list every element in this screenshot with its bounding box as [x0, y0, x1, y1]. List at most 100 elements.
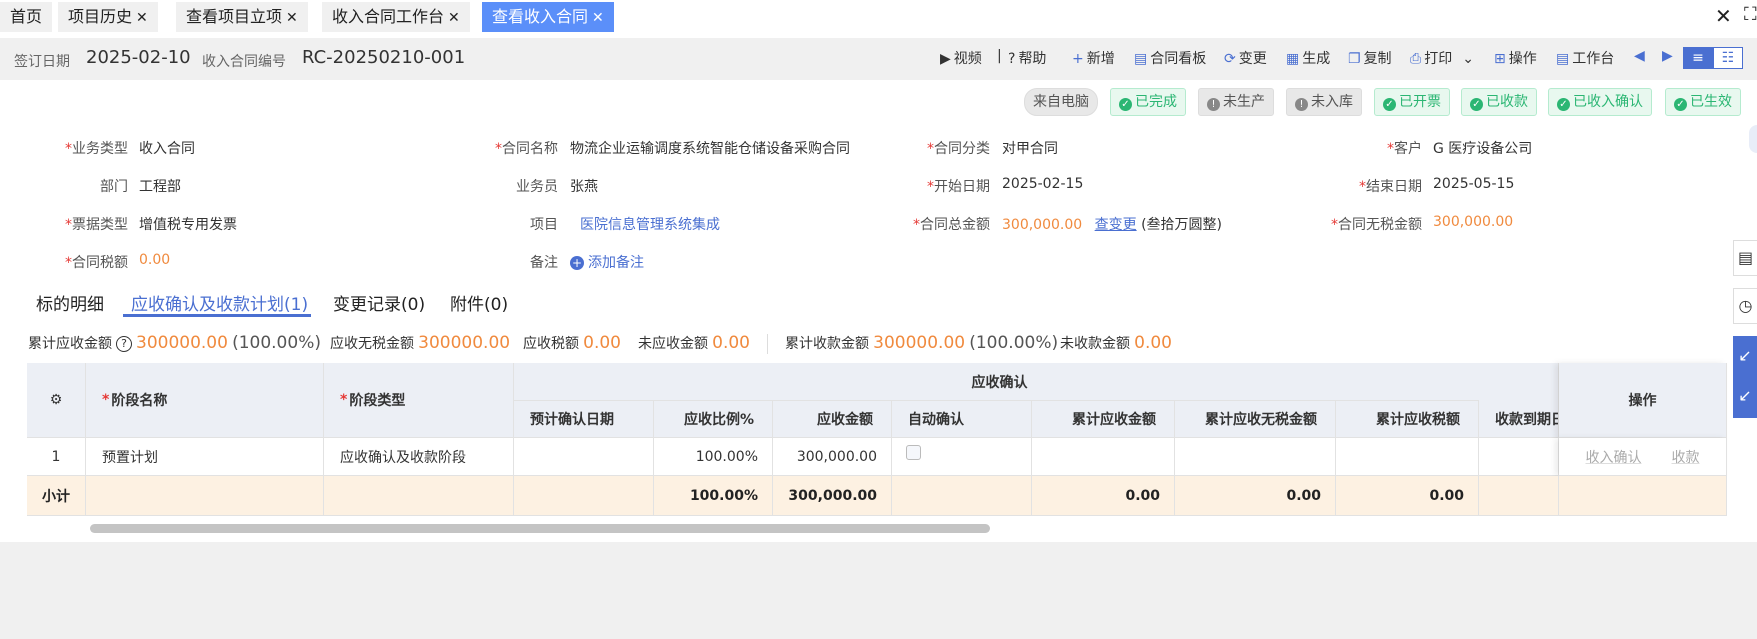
print-icon: ⎙: [1410, 51, 1422, 67]
subtotal-label: 小计: [27, 476, 86, 516]
grid-icon: ⊞: [1494, 51, 1506, 67]
print-button[interactable]: ⎙ 打印 ⌄: [1410, 48, 1474, 68]
document-icon[interactable]: ▤: [1733, 240, 1757, 276]
detail-view-icon[interactable]: ☷: [1713, 47, 1743, 69]
subtotal-cell: [86, 476, 324, 516]
operate-button[interactable]: ⊞ 操作: [1494, 48, 1537, 68]
history-icon[interactable]: ◷: [1733, 288, 1757, 324]
check-icon: ✓: [1383, 98, 1396, 111]
help-button[interactable]: ? 帮助: [1008, 48, 1046, 68]
info-icon: !: [1207, 98, 1220, 111]
status-badge-not-produced: ! 未生产: [1198, 88, 1274, 116]
copy-icon: ❐: [1348, 51, 1361, 67]
subtotal-cell: [324, 476, 514, 516]
cell-ratio: 100.00%: [654, 438, 773, 476]
next-icon[interactable]: ▶: [1662, 48, 1673, 64]
tab-view-project[interactable]: 查看项目立项 ✕: [176, 2, 308, 32]
end-date-label: *结束日期: [1359, 179, 1422, 195]
help-icon: ?: [1008, 51, 1016, 67]
status-badge-collected: ✓ 已收款: [1461, 88, 1537, 116]
summary-not-receivable: 未应收金额 0.00: [638, 333, 750, 353]
invoice-type-value: 增值税专用发票: [139, 217, 237, 233]
close-icon[interactable]: ✕: [592, 10, 604, 26]
tax-amount-value: 0.00: [139, 252, 171, 268]
header-bar: 签订日期 2025-02-10 收入合同编号 RC-20250210-001 ▶…: [0, 38, 1757, 80]
summary-value: 300000.00: [418, 333, 511, 353]
contract-category-value: 对甲合同: [1002, 141, 1058, 157]
tab-view-income-contract[interactable]: 查看收入合同 ✕: [482, 2, 614, 32]
header-group-receivable: 应收确认: [514, 363, 1486, 401]
video-label: 视频: [953, 51, 982, 67]
generate-button[interactable]: ▦ 生成: [1286, 48, 1330, 68]
change-button[interactable]: ⟳ 变更: [1224, 48, 1267, 68]
summary-label: 未收款金额: [1060, 336, 1130, 352]
cell-stage-name: 预置计划: [86, 438, 324, 476]
workbench-button[interactable]: ▤ 工作台: [1556, 48, 1614, 68]
header-stage-type: * 阶段类型: [324, 363, 514, 438]
auto-confirm-checkbox[interactable]: [906, 445, 921, 460]
subtab-attachments[interactable]: 附件(0): [450, 290, 508, 315]
chart-icon[interactable]: ↙ ↙: [1733, 336, 1757, 418]
add-remark-button[interactable]: + 添加备注: [570, 252, 644, 272]
question-icon[interactable]: ?: [116, 336, 132, 352]
status-label: 来自电脑: [1033, 94, 1089, 110]
collect-button[interactable]: 收款: [1672, 447, 1700, 467]
summary-label: 应收税额: [523, 336, 579, 352]
add-button[interactable]: + 新增: [1072, 48, 1115, 68]
status-label: 已生效: [1690, 94, 1732, 110]
project-link[interactable]: 医院信息管理系统集成: [580, 214, 720, 234]
chevron-down-icon[interactable]: ⌄: [1462, 51, 1474, 67]
info-icon: !: [1295, 98, 1308, 111]
summary-label: 未应收金额: [638, 336, 708, 352]
print-label: 打印: [1424, 51, 1453, 67]
status-badge-not-stocked: ! 未入库: [1286, 88, 1362, 116]
fullscreen-icon[interactable]: ⛶: [1744, 4, 1757, 25]
amount-excl-tax-value: 300,000.00: [1433, 214, 1514, 230]
subtotal-cum-tax: 0.00: [1336, 476, 1479, 516]
department-label: 部门: [100, 179, 128, 195]
prev-icon[interactable]: ◀: [1634, 48, 1645, 64]
salesperson-label: 业务员: [516, 179, 558, 195]
view-changes-link[interactable]: 查变更: [1095, 217, 1137, 233]
column-settings-icon[interactable]: ⚙: [27, 363, 86, 438]
add-label: 新增: [1086, 51, 1115, 67]
label-text: 开始日期: [934, 179, 990, 195]
subtab-receivable-plan[interactable]: 应收确认及收款计划(1): [131, 290, 308, 315]
side-handle[interactable]: [1749, 125, 1757, 153]
header-amount: 应收金额: [773, 401, 892, 438]
tax-amount-label: *合同税额: [65, 255, 128, 271]
summary-value: 0.00: [583, 333, 621, 353]
tab-project-history[interactable]: 项目历史 ✕: [58, 2, 158, 32]
project-label: 项目: [530, 217, 558, 233]
tab-home[interactable]: 首页: [0, 2, 53, 32]
scrollbar-thumb[interactable]: [90, 524, 990, 533]
close-icon[interactable]: ✕: [136, 10, 148, 26]
cell-amount: 300,000.00: [773, 438, 892, 476]
close-icon[interactable]: ✕: [448, 10, 460, 26]
invoice-type-label: *票据类型: [65, 217, 128, 233]
copy-button[interactable]: ❐ 复制: [1348, 48, 1392, 68]
total-amount-value: 300,000.00: [1002, 217, 1083, 233]
horizontal-scrollbar[interactable]: [27, 521, 1727, 535]
video-button[interactable]: ▶ 视频: [940, 48, 982, 68]
active-tab-indicator: [123, 314, 311, 317]
subtab-change-records[interactable]: 变更记录(0): [333, 290, 425, 315]
subtotal-ratio: 100.00%: [654, 476, 773, 516]
header-operations: 操作: [1559, 363, 1727, 438]
summary-value: 0.00: [712, 333, 750, 353]
department-value: 工程部: [139, 179, 181, 195]
subtotal-cell: [892, 476, 1032, 516]
close-window-icon[interactable]: ✕: [1715, 4, 1732, 28]
summary-value: 0.00: [1134, 333, 1172, 353]
toolbar-divider: |: [997, 48, 1002, 64]
contract-board-button[interactable]: ▤ 合同看板: [1134, 48, 1206, 68]
subtotal-amount: 300,000.00: [773, 476, 892, 516]
close-icon[interactable]: ✕: [286, 10, 298, 26]
subtab-items[interactable]: 标的明细: [36, 290, 104, 315]
workbench-icon: ▤: [1556, 51, 1570, 67]
check-icon: ✓: [1557, 98, 1570, 111]
tab-income-contract-workbench[interactable]: 收入合同工作台 ✕: [322, 2, 470, 32]
revenue-confirm-button[interactable]: 收入确认: [1586, 447, 1642, 467]
salesperson-value: 张燕: [570, 179, 598, 195]
list-view-icon[interactable]: ≡: [1683, 47, 1713, 69]
